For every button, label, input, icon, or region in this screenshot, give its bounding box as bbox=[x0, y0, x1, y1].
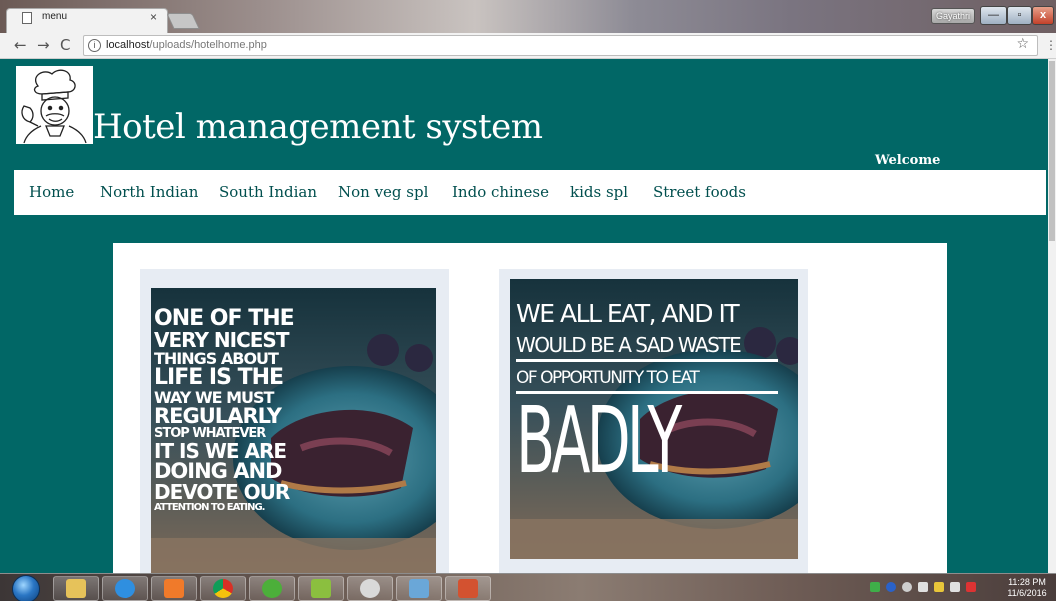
maximize-button[interactable]: ▫ bbox=[1007, 6, 1032, 25]
quote-line: WE ALL EAT, AND IT bbox=[516, 299, 740, 328]
nav-home[interactable]: Home bbox=[29, 183, 74, 201]
quote-line: REGULARLY bbox=[154, 403, 282, 428]
menu-card[interactable]: ONE OF THE VERY NICEST THINGS ABOUT LIFE… bbox=[140, 269, 449, 573]
network-icon[interactable] bbox=[902, 582, 912, 592]
poster-quote: WE ALL EAT, AND IT WOULD BE A SAD WASTE … bbox=[516, 299, 779, 495]
bluetooth-icon[interactable] bbox=[886, 582, 896, 592]
chef-logo bbox=[16, 66, 93, 144]
content-panel: ONE OF THE VERY NICEST THINGS ABOUT LIFE… bbox=[113, 243, 947, 573]
new-tab-button[interactable] bbox=[166, 13, 200, 29]
quote-line: WOULD BE A SAD WASTE bbox=[516, 334, 779, 362]
quote-line: BADLY bbox=[516, 387, 682, 495]
powerpoint-icon bbox=[458, 579, 478, 598]
url-text: localhost/uploads/hotelhome.php bbox=[106, 39, 267, 51]
minimize-button[interactable]: — bbox=[980, 6, 1007, 25]
signal-icon[interactable] bbox=[918, 582, 928, 592]
taskbar-utorrent-button[interactable] bbox=[249, 576, 295, 601]
url-host: localhost bbox=[106, 39, 150, 51]
address-bar-row: ← → C i localhost/uploads/hotelhome.php … bbox=[0, 33, 1056, 59]
page-icon bbox=[22, 12, 32, 24]
reload-icon[interactable]: C bbox=[60, 36, 70, 54]
window-icon bbox=[409, 579, 429, 598]
clock-time: 11:28 PM bbox=[1008, 577, 1046, 587]
taskbar-clock[interactable]: 11:28 PM 11/6/2016 bbox=[1001, 577, 1053, 599]
media-player-icon bbox=[164, 579, 184, 598]
main-nav: Home North Indian South Indian Non veg s… bbox=[14, 170, 1046, 215]
windows-start-button[interactable] bbox=[12, 575, 40, 601]
bookmark-star-icon[interactable]: ☆ bbox=[1016, 36, 1029, 52]
taskbar-paint-button[interactable] bbox=[347, 576, 393, 601]
info-icon[interactable]: i bbox=[88, 39, 101, 52]
poster-quote: ONE OF THE VERY NICEST THINGS ABOUT LIFE… bbox=[154, 306, 295, 513]
close-tab-icon[interactable]: × bbox=[150, 10, 157, 24]
quote-line: IT IS WE ARE bbox=[154, 438, 287, 463]
chef-logo-illustration bbox=[21, 69, 87, 144]
browser-menu-icon[interactable]: ⋮ bbox=[1045, 38, 1056, 52]
taskbar-powerpoint-button[interactable] bbox=[445, 576, 491, 601]
page-viewport: Hotel management system Welcome Home Nor… bbox=[0, 59, 1056, 573]
menu-card[interactable]: WE ALL EAT, AND IT WOULD BE A SAD WASTE … bbox=[499, 269, 808, 573]
clock-date: 11/6/2016 bbox=[1007, 588, 1047, 598]
food-poster-image: WE ALL EAT, AND IT WOULD BE A SAD WASTE … bbox=[510, 279, 798, 559]
volume-icon[interactable] bbox=[950, 582, 960, 592]
taskbar-ie-button[interactable] bbox=[102, 576, 148, 601]
taskbar-media-button[interactable] bbox=[151, 576, 197, 601]
quote-line: DEVOTE OUR bbox=[154, 480, 290, 505]
chrome-icon bbox=[213, 579, 233, 598]
browser-titlebar: menu × Gayathri — ▫ x bbox=[0, 0, 1056, 33]
taskbar-notepad-button[interactable] bbox=[298, 576, 344, 601]
quote-line: DOING AND bbox=[154, 458, 282, 483]
nav-kids-spl[interactable]: kids spl bbox=[570, 183, 628, 201]
url-path: /uploads/hotelhome.php bbox=[149, 39, 267, 51]
quote-line: LIFE IS THE bbox=[154, 365, 284, 391]
notepad-icon bbox=[311, 579, 331, 598]
folder-icon bbox=[66, 579, 86, 598]
paint-icon bbox=[360, 579, 380, 598]
page-scrollbar[interactable] bbox=[1048, 59, 1056, 573]
forward-arrow-icon[interactable]: → bbox=[37, 36, 50, 54]
taskbar-window-button[interactable] bbox=[396, 576, 442, 601]
nav-non-veg-spl[interactable]: Non veg spl bbox=[338, 183, 428, 201]
quote-line: ONE OF THE bbox=[154, 306, 295, 331]
internet-explorer-icon bbox=[115, 579, 135, 598]
nav-indo-chinese[interactable]: Indo chinese bbox=[452, 183, 549, 201]
action-center-flag-icon[interactable] bbox=[966, 582, 976, 592]
nav-street-foods[interactable]: Street foods bbox=[653, 183, 746, 201]
food-poster-image: ONE OF THE VERY NICEST THINGS ABOUT LIFE… bbox=[151, 288, 436, 573]
taskbar-explorer-button[interactable] bbox=[53, 576, 99, 601]
warning-icon[interactable] bbox=[934, 582, 944, 592]
nav-south-indian[interactable]: South Indian bbox=[219, 183, 317, 201]
taskbar-chrome-button[interactable] bbox=[200, 576, 246, 601]
nav-north-indian[interactable]: North Indian bbox=[100, 183, 198, 201]
tray-app-icon[interactable] bbox=[870, 582, 880, 592]
site-title: Hotel management system bbox=[93, 107, 543, 147]
scrollbar-thumb[interactable] bbox=[1049, 61, 1055, 241]
utorrent-icon bbox=[262, 579, 282, 598]
url-input[interactable]: i localhost/uploads/hotelhome.php ☆ bbox=[83, 35, 1038, 56]
welcome-text: Welcome bbox=[875, 153, 941, 168]
profile-button[interactable]: Gayathri bbox=[931, 8, 975, 24]
quote-line: ATTENTION TO EATING. bbox=[154, 501, 265, 513]
quote-line: VERY NICEST bbox=[154, 328, 289, 353]
tab-title: menu bbox=[42, 11, 68, 22]
close-window-button[interactable]: x bbox=[1032, 6, 1054, 25]
back-arrow-icon[interactable]: ← bbox=[14, 36, 27, 54]
windows-taskbar: 11:28 PM 11/6/2016 bbox=[0, 573, 1056, 601]
